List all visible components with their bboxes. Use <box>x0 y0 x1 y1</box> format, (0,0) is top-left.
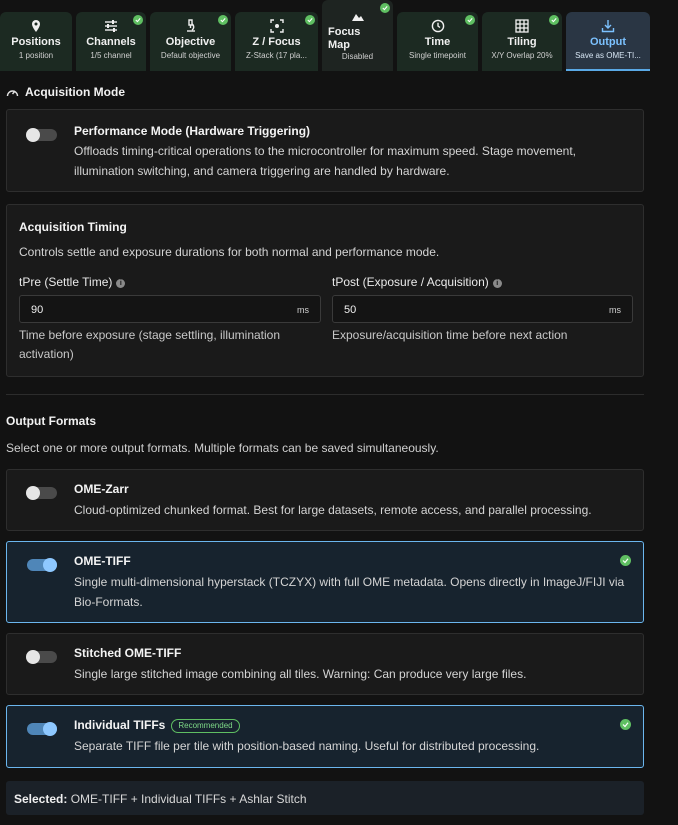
format-title: Individual TIFFs <box>74 718 166 732</box>
tab-subtitle: Default objective <box>160 51 221 60</box>
check-icon <box>465 15 475 25</box>
tab-channels[interactable]: Channels 1/5 channel <box>76 12 146 71</box>
tab-label: Output <box>589 36 627 48</box>
selected-formats-summary: Selected: OME-TIFF + Individual TIFFs + … <box>6 781 644 815</box>
format-description: Single multi-dimensional hyperstack (TCZ… <box>74 575 625 609</box>
mountain-icon <box>351 14 364 21</box>
download-icon <box>601 20 615 33</box>
format-title: OME-TIFF <box>74 554 131 568</box>
sliders-icon <box>105 20 117 32</box>
info-icon[interactable]: i <box>492 279 502 288</box>
acquisition-mode-heading: Acquisition Mode <box>6 85 125 99</box>
tab-label: Channels <box>86 36 136 48</box>
format-title: OME-Zarr <box>74 482 129 496</box>
recommended-badge: Recommended <box>171 719 240 733</box>
performance-mode-card: Performance Mode (Hardware Triggering) O… <box>6 109 644 192</box>
section-title: Acquisition Mode <box>25 85 125 99</box>
tpost-input[interactable]: 50 ms <box>332 295 633 323</box>
microscope-icon <box>186 19 195 32</box>
toggle-knob <box>26 650 40 664</box>
workflow-tabs: Positions 1 position Channels 1/5 channe… <box>0 0 678 72</box>
tab-positions[interactable]: Positions 1 position <box>0 12 72 71</box>
tpre-label: tPre (Settle Time) i <box>19 275 126 289</box>
performance-mode-toggle[interactable] <box>26 128 57 142</box>
input-value: 90 <box>31 304 44 316</box>
input-unit: ms <box>609 305 621 315</box>
toggle-knob <box>43 558 57 572</box>
tab-subtitle: 1 position <box>18 51 54 60</box>
input-value: 50 <box>344 304 357 316</box>
tab-label: Positions <box>11 36 61 48</box>
check-icon <box>133 15 143 25</box>
ome-zarr-toggle[interactable] <box>26 486 57 500</box>
input-unit: ms <box>297 305 309 315</box>
format-card-ome-zarr[interactable]: OME-Zarr Cloud-optimized chunked format.… <box>6 469 644 531</box>
tab-subtitle: Save as OME-TI... <box>575 51 641 60</box>
tab-label: Objective <box>165 36 216 48</box>
format-description: Separate TIFF file per tile with positio… <box>74 739 540 753</box>
format-description: Cloud-optimized chunked format. Best for… <box>74 503 592 517</box>
format-card-stitched-ome-tiff[interactable]: Stitched OME-TIFF Single large stitched … <box>6 633 644 695</box>
focus-target-icon <box>269 19 284 33</box>
clock-icon <box>431 19 444 33</box>
grid-icon <box>515 19 529 33</box>
tab-focus-map[interactable]: Focus Map Disabled <box>322 0 393 71</box>
check-icon <box>305 15 315 25</box>
section-divider <box>6 394 644 395</box>
acquisition-timing-card: Acquisition Timing Controls settle and e… <box>6 204 644 377</box>
check-icon <box>620 555 631 566</box>
speedometer-icon <box>6 90 19 97</box>
output-formats-description: Select one or more output formats. Multi… <box>6 441 439 455</box>
tab-z-focus[interactable]: Z / Focus Z-Stack (17 pla... <box>235 12 318 71</box>
info-icon[interactable]: i <box>116 279 126 288</box>
format-title-row: Individual TIFFs Recommended <box>74 718 240 733</box>
field-label-text: tPre (Settle Time) <box>19 275 113 289</box>
check-icon <box>380 3 390 13</box>
field-label-text: tPost (Exposure / Acquisition) <box>332 275 489 289</box>
ome-tiff-toggle[interactable] <box>27 558 57 572</box>
format-description: Single large stitched image combining al… <box>74 667 527 681</box>
card-title: Acquisition Timing <box>19 220 127 234</box>
tab-subtitle: X/Y Overlap 20% <box>491 51 553 60</box>
tpost-label: tPost (Exposure / Acquisition) i <box>332 275 502 289</box>
summary-value: OME-TIFF + Individual TIFFs + Ashlar Sti… <box>70 792 307 806</box>
stitched-ome-tiff-toggle[interactable] <box>26 650 57 664</box>
tpre-hint: Time before exposure (stage settling, il… <box>19 328 281 361</box>
format-card-ome-tiff[interactable]: OME-TIFF Single multi-dimensional hypers… <box>6 541 644 623</box>
summary-label: Selected: <box>14 792 68 806</box>
tab-tiling[interactable]: Tiling X/Y Overlap 20% <box>482 12 562 71</box>
tab-label: Tiling <box>507 36 537 48</box>
tab-time[interactable]: Time Single timepoint <box>397 12 478 71</box>
tab-label: Focus Map <box>328 26 361 51</box>
check-icon <box>620 719 631 730</box>
toggle-knob <box>26 128 40 142</box>
tab-subtitle: Z-Stack (17 pla... <box>246 51 307 60</box>
check-icon <box>549 15 559 25</box>
tpre-input[interactable]: 90 ms <box>19 295 321 323</box>
tab-subtitle: 1/5 channel <box>90 51 132 60</box>
tab-subtitle: Single timepoint <box>409 51 466 60</box>
tab-subtitle: Disabled <box>341 52 374 61</box>
tpost-hint: Exposure/acquisition time before next ac… <box>332 328 568 342</box>
format-title: Stitched OME-TIFF <box>74 646 182 660</box>
tab-label: Time <box>424 36 451 48</box>
card-description: Controls settle and exposure durations f… <box>19 245 440 259</box>
toggle-knob <box>43 722 57 736</box>
format-card-individual-tiffs[interactable]: Individual TIFFs Recommended Separate TIF… <box>6 705 644 768</box>
card-title: Performance Mode (Hardware Triggering) <box>74 124 311 138</box>
tab-output[interactable]: Output Save as OME-TI... <box>566 12 650 71</box>
individual-tiffs-toggle[interactable] <box>27 722 57 736</box>
check-icon <box>218 15 228 25</box>
card-description: Offloads timing-critical operations to t… <box>74 144 576 178</box>
toggle-knob <box>26 486 40 500</box>
map-pin-icon <box>32 20 40 32</box>
output-formats-heading: Output Formats <box>6 414 96 428</box>
tab-label: Z / Focus <box>252 36 301 48</box>
tab-objective[interactable]: Objective Default objective <box>150 12 231 71</box>
